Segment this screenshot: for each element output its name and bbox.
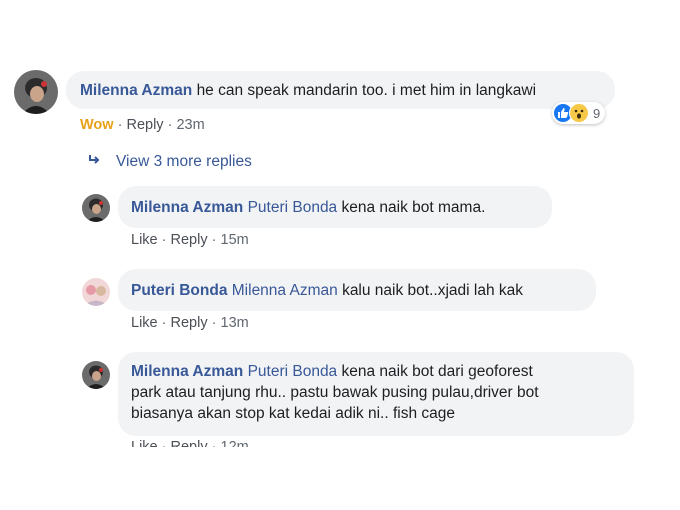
mention-tag[interactable]: Milenna Azman xyxy=(232,282,338,299)
reply-link[interactable]: Reply xyxy=(171,232,208,248)
reply-bubble: Puteri Bonda Milenna Azman kalu naik bot… xyxy=(118,269,596,311)
reply-arrow-icon xyxy=(88,153,102,171)
reply-link[interactable]: Reply xyxy=(126,117,163,133)
mention-tag[interactable]: Puteri Bonda xyxy=(248,199,338,216)
like-link[interactable]: Like xyxy=(131,439,158,447)
reply-author[interactable]: Milenna Azman xyxy=(131,199,243,216)
reply-link[interactable]: Reply xyxy=(171,439,208,447)
timestamp[interactable]: 15m xyxy=(221,232,249,248)
reply-bubble: Milenna Azman Puteri Bonda kena naik bot… xyxy=(118,186,552,228)
mention-tag[interactable]: Puteri Bonda xyxy=(248,363,338,380)
avatar[interactable] xyxy=(82,361,110,389)
reaction-count: 9 xyxy=(593,105,601,121)
comment-bubble: Milenna Azman he can speak mandarin too.… xyxy=(66,71,615,109)
reply-text: kalu naik bot..xjadi lah kak xyxy=(342,282,523,299)
reply-author[interactable]: Milenna Azman xyxy=(131,363,243,380)
reply-actions: Like · Reply · 12m xyxy=(131,439,249,447)
timestamp[interactable]: 23m xyxy=(176,117,204,133)
reply-text: kena naik bot mama. xyxy=(341,199,486,216)
wow-emoji-icon xyxy=(569,103,589,123)
reply-actions: Like · Reply · 15m xyxy=(131,232,249,248)
reply-text-line-2: park atau tanjung rhu.. pastu bawak pusi… xyxy=(131,384,539,401)
reply-actions: Like · Reply · 13m xyxy=(131,315,249,331)
avatar[interactable] xyxy=(14,70,58,114)
reply-line-1: Milenna Azman Puteri Bonda kena naik bot… xyxy=(131,361,621,382)
comment-author[interactable]: Milenna Azman xyxy=(80,82,192,99)
timestamp[interactable]: 12m xyxy=(221,439,249,447)
like-link[interactable]: Like xyxy=(131,315,158,331)
avatar[interactable] xyxy=(82,278,110,306)
reply-bubble: Milenna Azman Puteri Bonda kena naik bot… xyxy=(118,352,634,436)
reply-author[interactable]: Puteri Bonda xyxy=(131,282,227,299)
reaction-summary[interactable]: 9 xyxy=(552,102,606,124)
comment-thread: Milenna Azman he can speak mandarin too.… xyxy=(0,0,680,447)
avatar[interactable] xyxy=(82,194,110,222)
view-more-replies-label: View 3 more replies xyxy=(116,153,252,170)
comment-actions: Wow · Reply · 23m xyxy=(80,117,205,133)
like-link[interactable]: Like xyxy=(131,232,158,248)
reaction-button[interactable]: Wow xyxy=(80,117,114,133)
view-more-replies[interactable]: View 3 more replies xyxy=(88,153,252,171)
reply-text-line-3: biasanya akan stop kat kedai adik ni.. f… xyxy=(131,405,455,422)
reply-text-line-1: kena naik bot dari geoforest xyxy=(341,363,533,380)
reply-link[interactable]: Reply xyxy=(171,315,208,331)
comment-text: he can speak mandarin too. i met him in … xyxy=(196,82,537,99)
timestamp[interactable]: 13m xyxy=(221,315,249,331)
